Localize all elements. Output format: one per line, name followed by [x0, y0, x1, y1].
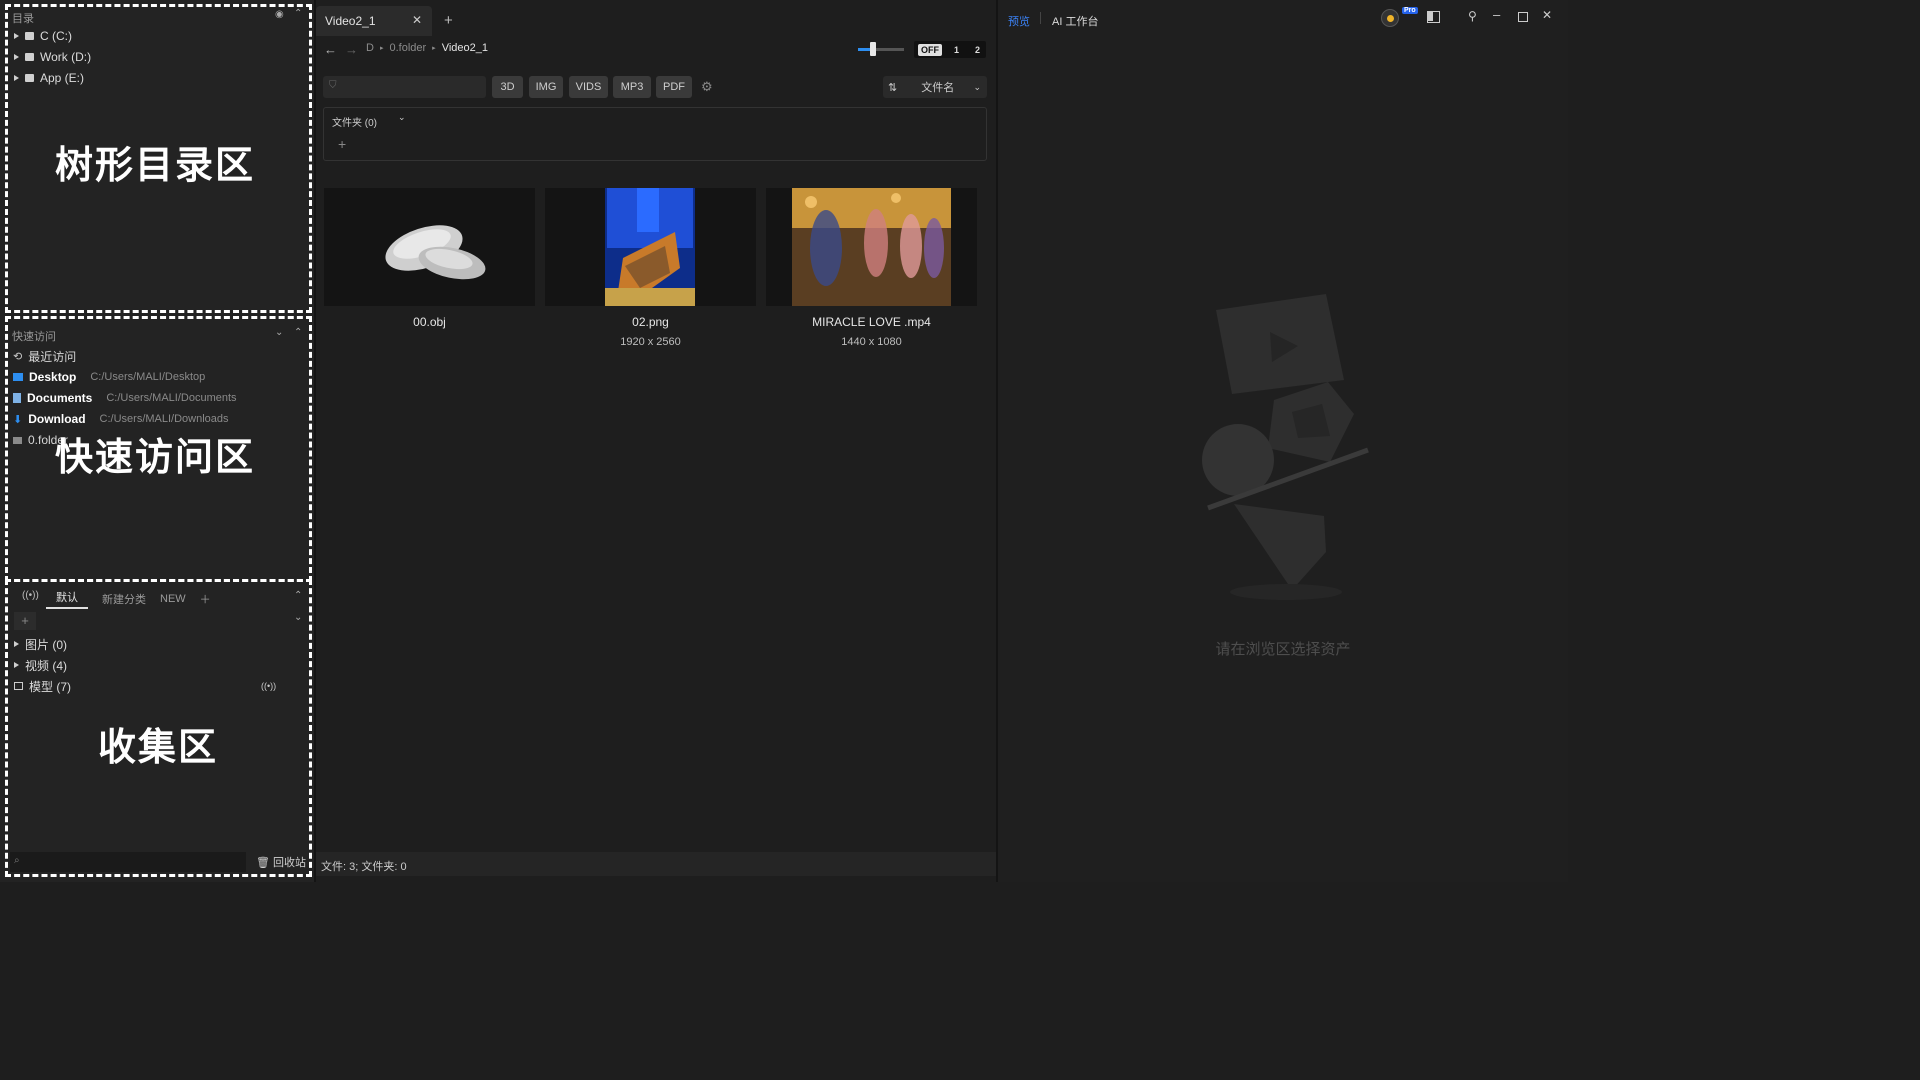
filter-3d-button[interactable]: 3D: [492, 76, 523, 98]
file-card-obj[interactable]: [324, 188, 535, 306]
zoom-slider-thumb[interactable]: [870, 42, 876, 56]
maximize-icon[interactable]: [1518, 12, 1528, 22]
view-toggle[interactable]: OFF 1 2: [914, 41, 986, 58]
avatar[interactable]: [1381, 9, 1399, 27]
folder-section-title[interactable]: 文件夹 (0): [332, 114, 377, 129]
breadcrumb-item[interactable]: Video2_1: [442, 42, 488, 54]
status-bar: 文件: 3; 文件夹: 0: [316, 852, 996, 876]
toggle-one[interactable]: 1: [954, 45, 959, 55]
sort-icon: ⇅: [888, 81, 898, 94]
tab-preview[interactable]: 预览: [1008, 13, 1030, 29]
zoom-slider[interactable]: [858, 42, 904, 56]
file-dimensions: 1920 x 2560: [620, 336, 681, 348]
forward-icon[interactable]: →: [345, 42, 358, 57]
tab-ai-workspace[interactable]: AI 工作台: [1052, 13, 1098, 29]
folder-section: 文件夹 (0) ⌄ +: [323, 107, 987, 161]
tab-video2-1[interactable]: Video2_1 ✕: [316, 6, 432, 36]
video-thumbnail: [792, 188, 951, 306]
left-panel: 目录 ◉ ⌃ C (C:) Work (D:) App (E:) 树形目录区 快…: [0, 0, 314, 882]
breadcrumb: D ▸ 0.folder ▸ Video2_1: [366, 42, 488, 54]
panel-divider[interactable]: [314, 0, 316, 882]
filter-img-button[interactable]: IMG: [529, 76, 563, 98]
shoe-image-thumbnail: [605, 188, 695, 306]
panel-divider[interactable]: [996, 0, 998, 882]
mouse-model-thumbnail: [385, 225, 486, 280]
filter-mp3-button[interactable]: MP3: [613, 76, 651, 98]
funnel-icon: ⛉: [329, 80, 337, 91]
filter-vids-button[interactable]: VIDS: [569, 76, 608, 98]
tab-title: Video2_1: [325, 14, 376, 28]
coin-icon: [1387, 15, 1394, 22]
close-icon[interactable]: ✕: [412, 13, 422, 27]
breadcrumb-item[interactable]: D: [366, 42, 374, 54]
panel-layout-icon[interactable]: [1427, 11, 1440, 23]
file-name: 00.obj: [413, 315, 446, 329]
sort-label: 文件名: [921, 82, 955, 94]
empty-state-text: 请在浏览区选择资产: [1215, 641, 1351, 658]
file-card-png[interactable]: [545, 188, 756, 306]
back-icon[interactable]: ←: [324, 42, 337, 57]
chevron-down-icon: ⌄: [973, 81, 981, 92]
quick-access-region-label: 快速访问区: [55, 435, 256, 479]
preview-panel: 预览 AI 工作台 Pro ⚲ – ✕ 请在浏览区选择资产: [998, 0, 1568, 882]
tab-divider: [1040, 12, 1041, 24]
file-dimensions: 1440 x 1080: [841, 336, 902, 348]
tree-region-label: 树形目录区: [55, 143, 256, 187]
chevron-down-icon[interactable]: ⌄: [398, 112, 406, 123]
pro-badge: Pro: [1402, 7, 1418, 14]
browser-panel: Video2_1 ✕ + ← → D ▸ 0.folder ▸ Video2_1 O…: [316, 0, 996, 882]
toggle-off[interactable]: OFF: [918, 43, 942, 56]
gear-icon[interactable]: ⚙: [701, 79, 713, 95]
empty-state-illustration: [1202, 294, 1369, 600]
collection-region-label: 收集区: [98, 725, 219, 769]
filter-pdf-button[interactable]: PDF: [656, 76, 692, 98]
minimize-icon[interactable]: –: [1493, 7, 1500, 22]
close-window-icon[interactable]: ✕: [1542, 8, 1552, 22]
pin-icon[interactable]: ⚲: [1468, 9, 1477, 23]
file-card-mp4[interactable]: [766, 188, 977, 306]
new-tab-icon[interactable]: +: [444, 12, 453, 29]
status-text: 文件: 3; 文件夹: 0: [321, 861, 407, 873]
add-folder-icon[interactable]: +: [338, 136, 346, 152]
toggle-two[interactable]: 2: [975, 45, 980, 55]
filter-input[interactable]: ⛉: [323, 76, 486, 98]
file-name: MIRACLE LOVE .mp4: [812, 315, 931, 329]
breadcrumb-item[interactable]: 0.folder: [389, 42, 426, 54]
file-name: 02.png: [632, 315, 669, 329]
sort-select[interactable]: ⇅ 文件名 ⌄: [883, 76, 987, 98]
